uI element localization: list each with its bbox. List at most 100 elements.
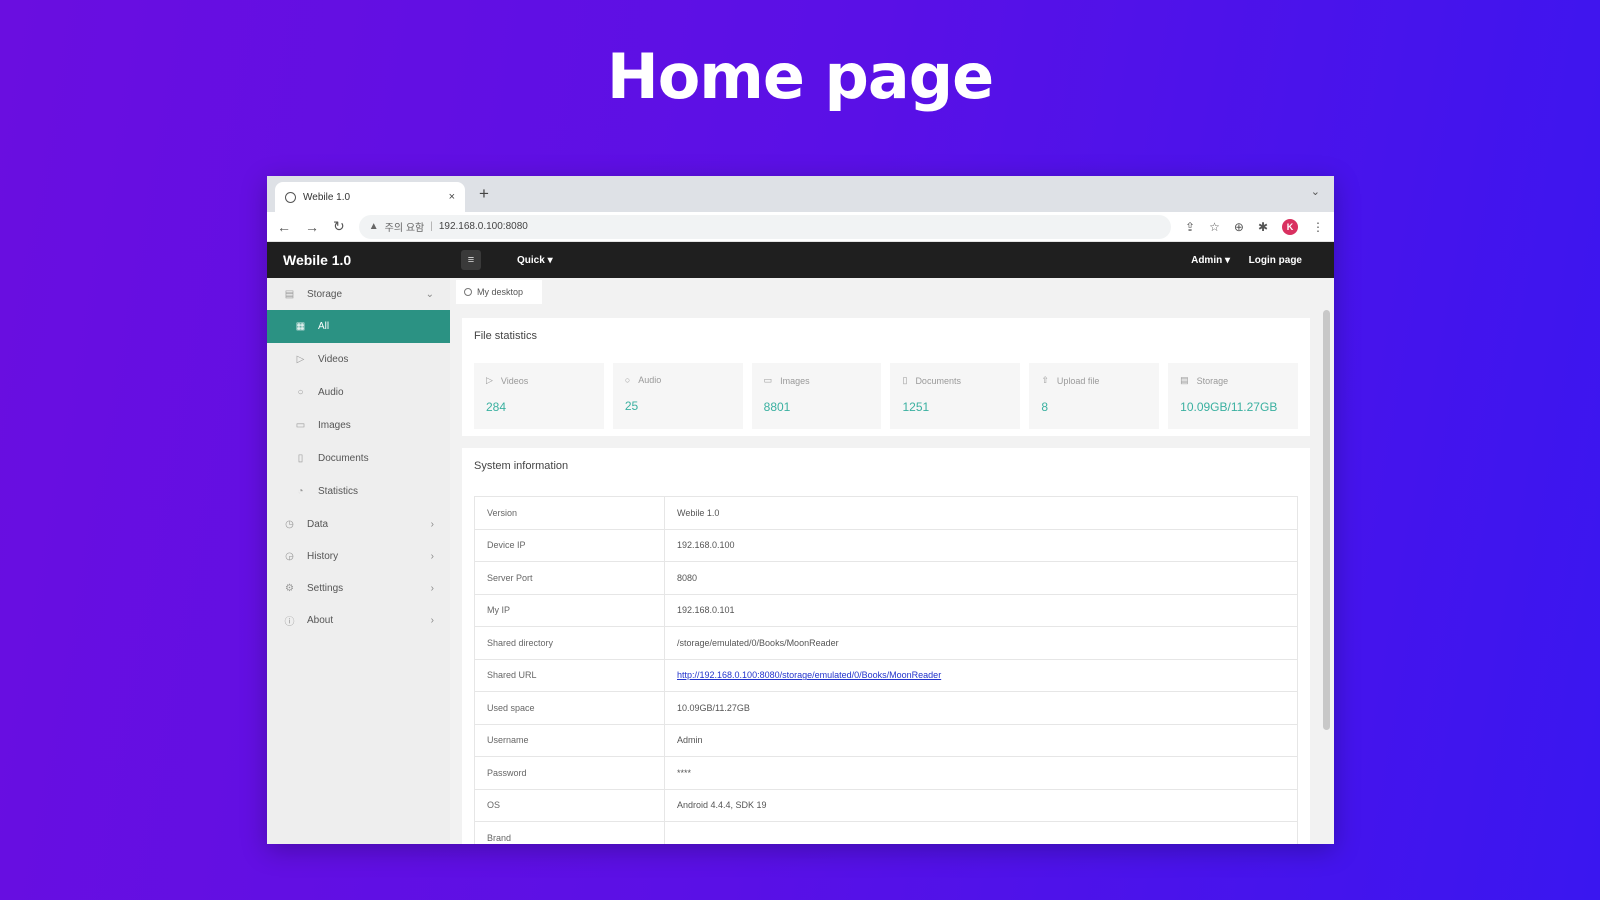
sidebar-item-label: History bbox=[307, 550, 339, 562]
row-key: Server Port bbox=[474, 561, 665, 595]
stat-header: ○ Audio bbox=[625, 375, 731, 385]
audio-icon: ○ bbox=[624, 375, 631, 385]
back-icon[interactable]: ← bbox=[277, 219, 291, 235]
app-header: Webile 1.0 ≡ Quick ▾ Admin ▾ Login page bbox=[267, 242, 1334, 278]
sidebar-item-storage[interactable]: ▤ Storage ⌄ bbox=[267, 278, 450, 310]
table-row: Password **** bbox=[474, 756, 1298, 790]
forward-icon[interactable]: → bbox=[305, 219, 319, 235]
sidebar-item-all[interactable]: ▦ All bbox=[267, 310, 450, 343]
tab-my-desktop[interactable]: My desktop bbox=[456, 280, 542, 304]
main-content: My desktop File statistics ▷ Videos 284 ○… bbox=[450, 278, 1334, 844]
puzzle-icon[interactable]: ✱ bbox=[1258, 220, 1268, 234]
row-key: Shared URL bbox=[474, 658, 665, 692]
login-page-link[interactable]: Login page bbox=[1249, 255, 1302, 266]
browser-window: Webile 1.0 × + ⌄ ← → ↻ ▲ 주의 요함 | 192.168… bbox=[267, 176, 1334, 844]
sidebar-item-statistics[interactable]: ◔ Statistics bbox=[267, 475, 450, 508]
row-key: Password bbox=[474, 756, 665, 790]
table-row: Version Webile 1.0 bbox=[474, 496, 1298, 530]
stat-value: 284 bbox=[486, 400, 507, 414]
audio-icon: ○ bbox=[297, 387, 304, 398]
sidebar-item-about[interactable]: ⓘ About › bbox=[267, 604, 450, 636]
extension-icon[interactable]: ⊕ bbox=[1234, 220, 1244, 234]
history-icon: ◶ bbox=[285, 550, 294, 562]
stat-header: ▯ Documents bbox=[902, 375, 1008, 386]
reload-icon[interactable]: ↻ bbox=[333, 218, 345, 235]
admin-menu[interactable]: Admin ▾ bbox=[1191, 255, 1230, 266]
sidebar-item-label: About bbox=[307, 614, 334, 626]
stat-header: ▷ Videos bbox=[486, 375, 592, 386]
address-separator: | bbox=[430, 221, 433, 232]
stat-value: 10.09GB/11.27GB bbox=[1180, 400, 1278, 414]
row-value: Webile 1.0 bbox=[664, 496, 1298, 530]
stat-images[interactable]: ▭ Images 8801 bbox=[751, 363, 882, 429]
browser-toolbar: ← → ↻ ▲ 주의 요함 | 192.168.0.100:8080 ⇪ ☆ ⊕… bbox=[267, 212, 1334, 242]
browser-tab[interactable]: Webile 1.0 × bbox=[275, 182, 465, 212]
profile-avatar[interactable]: K bbox=[1282, 218, 1298, 235]
address-bar[interactable]: ▲ 주의 요함 | 192.168.0.100:8080 bbox=[358, 214, 1172, 239]
sidebar-item-label: Statistics bbox=[318, 486, 359, 497]
sidebar-item-label: All bbox=[318, 321, 330, 332]
sidebar-item-label: Videos bbox=[318, 354, 349, 365]
card-title: File statistics bbox=[474, 330, 537, 342]
more-menu-icon[interactable]: ⋮ bbox=[1312, 220, 1324, 234]
table-row: Brand bbox=[474, 821, 1298, 844]
video-icon: ▷ bbox=[486, 375, 493, 385]
bookmark-star-icon[interactable]: ☆ bbox=[1209, 220, 1220, 234]
row-key: Username bbox=[474, 723, 665, 757]
row-value: 192.168.0.101 bbox=[664, 593, 1298, 627]
sidebar-item-audio[interactable]: ○ Audio bbox=[267, 376, 450, 409]
table-row: My IP 192.168.0.101 bbox=[474, 593, 1298, 627]
row-key: Used space bbox=[474, 691, 665, 725]
sidebar-item-label: Storage bbox=[307, 288, 343, 300]
row-value: /storage/emulated/0/Books/MoonReader bbox=[664, 626, 1298, 660]
table-row: Username Admin bbox=[474, 723, 1298, 757]
row-value: 10.09GB/11.27GB bbox=[664, 691, 1298, 725]
stat-videos[interactable]: ▷ Videos 284 bbox=[474, 363, 604, 429]
chevron-right-icon: › bbox=[430, 518, 434, 530]
globe-icon bbox=[285, 191, 296, 203]
stat-label: Audio bbox=[638, 375, 662, 385]
card-title: System information bbox=[474, 460, 569, 472]
stat-storage[interactable]: ▤ Storage 10.09GB/11.27GB bbox=[1168, 363, 1298, 429]
image-icon: ▭ bbox=[295, 420, 306, 431]
shared-url-link[interactable]: http://192.168.0.100:8080/storage/emulat… bbox=[677, 670, 941, 680]
sidebar-item-settings[interactable]: ⚙ Settings › bbox=[267, 572, 450, 604]
sidebar-item-label: Settings bbox=[307, 582, 344, 594]
grid-icon: ▦ bbox=[295, 321, 306, 332]
stat-header: ⇧ Upload file bbox=[1041, 375, 1147, 386]
stat-header: ▤ Storage bbox=[1180, 375, 1286, 386]
document-icon: ▯ bbox=[902, 375, 908, 385]
home-icon bbox=[464, 288, 472, 296]
new-tab-button[interactable]: + bbox=[479, 184, 489, 204]
system-information-card: System information Version Webile 1.0 Dev… bbox=[462, 448, 1310, 844]
hamburger-menu-icon[interactable]: ≡ bbox=[461, 250, 481, 270]
close-tab-icon[interactable]: × bbox=[449, 191, 455, 203]
storage-icon: ▤ bbox=[284, 288, 295, 300]
about-icon: ⓘ bbox=[284, 616, 295, 628]
sidebar-item-videos[interactable]: ▷ Videos bbox=[267, 343, 450, 376]
stat-label: Videos bbox=[500, 375, 529, 386]
app-logo[interactable]: Webile 1.0 bbox=[283, 252, 351, 268]
browser-tab-title: Webile 1.0 bbox=[303, 191, 351, 203]
tab-search-icon[interactable]: ⌄ bbox=[1311, 185, 1320, 198]
video-icon: ▷ bbox=[296, 354, 305, 365]
quick-menu[interactable]: Quick ▾ bbox=[517, 255, 553, 266]
row-value: http://192.168.0.100:8080/storage/emulat… bbox=[664, 658, 1298, 692]
sidebar-item-label: Documents bbox=[318, 453, 369, 464]
sidebar-item-images[interactable]: ▭ Images bbox=[267, 409, 450, 442]
browser-extensions: ⇪ ☆ ⊕ ✱ K ⋮ bbox=[1185, 218, 1324, 235]
hero-title: Home page bbox=[606, 40, 994, 113]
scrollbar[interactable] bbox=[1323, 310, 1330, 730]
sidebar-item-history[interactable]: ◶ History › bbox=[267, 540, 450, 572]
sidebar-item-documents[interactable]: ▯ Documents bbox=[267, 442, 450, 475]
chevron-right-icon: › bbox=[430, 582, 434, 594]
stat-upload-file[interactable]: ⇧ Upload file 8 bbox=[1029, 363, 1160, 429]
share-icon[interactable]: ⇪ bbox=[1185, 220, 1195, 234]
stat-audio[interactable]: ○ Audio 25 bbox=[612, 363, 743, 429]
file-statistics-card: File statistics ▷ Videos 284 ○ Audio 25 ▭ I… bbox=[462, 318, 1310, 436]
security-label: 주의 요함 bbox=[384, 223, 425, 234]
stat-value: 8 bbox=[1041, 400, 1048, 414]
stat-documents[interactable]: ▯ Documents 1251 bbox=[890, 363, 1021, 429]
row-key: OS bbox=[474, 788, 665, 822]
sidebar-item-data[interactable]: ◷ Data › bbox=[267, 508, 450, 540]
